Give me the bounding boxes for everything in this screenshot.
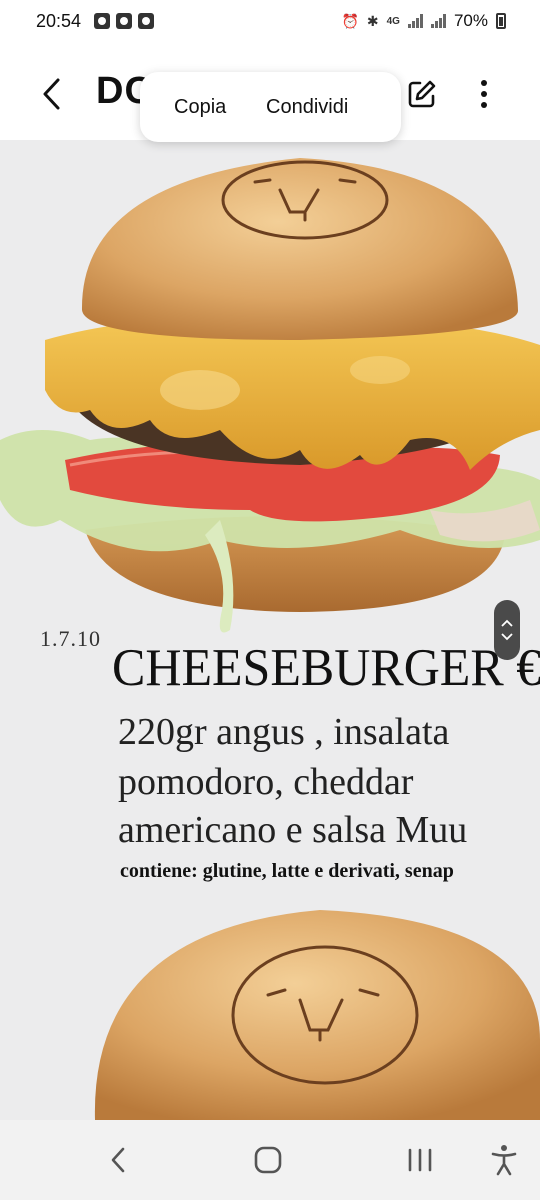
accessibility-icon (491, 1145, 517, 1176)
nav-recents-button[interactable] (398, 1140, 442, 1180)
notification-icons (94, 13, 154, 29)
battery-icon (496, 13, 506, 29)
notification-icon (94, 13, 110, 29)
chevron-left-icon (43, 78, 60, 110)
nav-back-button[interactable] (96, 1140, 140, 1180)
signal-icon (407, 14, 423, 28)
battery-percent: 70% (453, 11, 488, 30)
share-menu-item[interactable]: Condividi (266, 96, 348, 119)
edit-button[interactable] (400, 72, 444, 116)
scroll-handle[interactable] (494, 600, 520, 660)
menu-image: 1.7.10 CHEESEBURGER €10,90 220gr angus ,… (0, 140, 540, 1120)
nav-home-icon (254, 1146, 282, 1174)
status-bar: 20:54 ⏰ ✱ 4G 70% (0, 0, 540, 44)
more-options-button[interactable] (462, 72, 506, 116)
status-icons-right: ⏰ ✱ 4G 70% (341, 11, 506, 31)
back-button[interactable] (30, 72, 74, 116)
signal-icon (430, 14, 446, 28)
chevron-down-icon (501, 633, 513, 641)
network-type: 4G (386, 15, 400, 27)
bluetooth-icon: ✱ (366, 12, 379, 29)
edit-icon (408, 80, 436, 108)
copy-menu-item[interactable]: Copia (174, 96, 226, 119)
allergen-code: 1.7.10 (40, 626, 101, 651)
description-line: americano e salsa Muu (118, 809, 468, 851)
nav-home-button[interactable] (246, 1140, 290, 1180)
alarm-icon: ⏰ (341, 12, 359, 29)
nav-recents-icon (408, 1148, 432, 1172)
allergens-text: contiene: glutine, latte e derivati, sen… (120, 860, 454, 882)
notification-icon (116, 13, 132, 29)
system-nav-bar (0, 1120, 540, 1200)
nav-back-icon (111, 1147, 125, 1173)
description-line: 220gr angus , insalata (118, 711, 450, 753)
more-vert-icon (481, 80, 487, 108)
status-time: 20:54 (36, 11, 82, 31)
text-selection-popup: Copia Condividi (140, 72, 401, 142)
menu-item-title: CHEESEBURGER €10,90 (112, 637, 540, 697)
accessibility-button[interactable] (482, 1140, 526, 1180)
description-line: pomodoro, cheddar (118, 761, 414, 803)
chevron-up-icon (501, 619, 513, 627)
notification-icon (138, 13, 154, 29)
